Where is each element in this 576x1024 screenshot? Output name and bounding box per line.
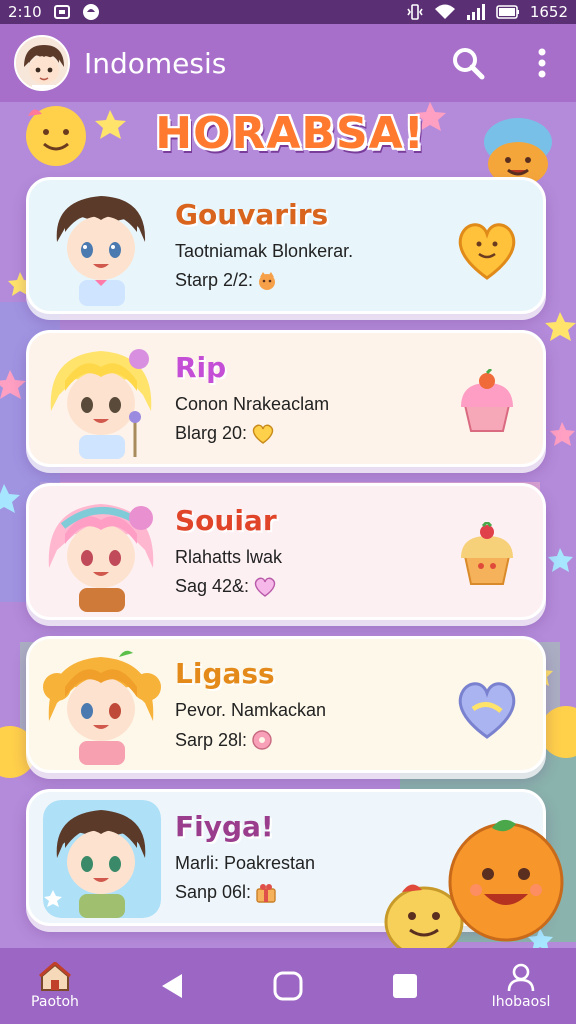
- score-text: Starp 2/2:: [175, 270, 254, 290]
- app-title: Indomesis: [84, 46, 227, 80]
- heart-icon: [252, 424, 274, 444]
- character-portrait: [43, 800, 161, 918]
- character-score: Sag 42&:: [175, 576, 435, 597]
- banner-title: HORABSA!: [155, 107, 425, 159]
- main-content[interactable]: HORABSA! Gouvarirs Taotniamak Blonkerar.…: [0, 102, 576, 948]
- score-text: Sarp 28l:: [175, 729, 248, 750]
- home-icon: [39, 962, 71, 991]
- recents-icon: [392, 974, 417, 998]
- character-score: Starp 2/2:: [175, 270, 435, 291]
- donut-icon: [252, 730, 272, 750]
- more-vert-icon[interactable]: [522, 43, 562, 83]
- character-name: Gouvarirs: [175, 198, 329, 231]
- nav-home-circle[interactable]: [253, 970, 323, 1002]
- character-portrait: [48, 504, 154, 612]
- heart-icon: [254, 577, 276, 597]
- signal-icon: [466, 3, 486, 21]
- notification-icon: [82, 3, 100, 21]
- character-portrait: [43, 650, 161, 765]
- status-clock: 1652: [529, 3, 568, 21]
- screenshot-icon: [53, 4, 70, 20]
- character-name: Ligass: [175, 657, 275, 690]
- nav-home[interactable]: Paotoh: [20, 962, 90, 1010]
- avatar[interactable]: [14, 35, 70, 91]
- nav-profile[interactable]: Ihobaosl: [486, 962, 556, 1010]
- cat-icon: [259, 271, 276, 290]
- character-card[interactable]: Souiar Rlahatts lwak Sag 42&:: [26, 483, 546, 620]
- nav-recents[interactable]: [370, 971, 440, 1001]
- character-subtitle: Taotniamak Blonkerar.: [175, 241, 354, 261]
- character-portrait: [56, 196, 146, 306]
- back-icon: [161, 974, 182, 998]
- vibrate-icon: [406, 3, 424, 21]
- home-circle-icon: [273, 971, 303, 1001]
- status-bar: 2:10 1652: [0, 0, 576, 24]
- cupcake-icon: [461, 369, 513, 432]
- character-score: Blarg 20:: [175, 423, 435, 444]
- character-subtitle: Pevor. Namkackan: [175, 700, 327, 720]
- nav-profile-label: Ihobaosl: [491, 994, 551, 1010]
- character-card[interactable]: Gouvarirs Taotniamak Blonkerar. Starp 2/…: [26, 177, 546, 314]
- cupcake-icon: [461, 522, 513, 585]
- gift-icon: [256, 883, 276, 903]
- character-card[interactable]: Ligass Pevor. Namkackan Sarp 28l:: [26, 636, 546, 773]
- heart-icon: [458, 682, 516, 739]
- heart-icon: [458, 223, 516, 280]
- character-subtitle: Rlahatts lwak: [175, 547, 283, 567]
- nav-home-label: Paotoh: [31, 994, 79, 1010]
- character-name: Souiar: [175, 504, 277, 537]
- search-icon[interactable]: [448, 43, 488, 83]
- orange-mascot-icon: [384, 819, 564, 948]
- app-bar: Indomesis: [0, 24, 576, 102]
- status-time: 2:10: [8, 3, 42, 21]
- character-score: Sarp 28l:: [175, 729, 435, 751]
- character-card[interactable]: Rip Conon Nrakeaclam Blarg 20:: [26, 330, 546, 467]
- character-subtitle: Conon Nrakeaclam: [175, 394, 330, 414]
- battery-icon: [496, 4, 520, 20]
- score-text: Sag 42&:: [175, 576, 250, 596]
- score-text: Blarg 20:: [175, 423, 248, 443]
- character-portrait: [43, 341, 161, 459]
- nav-back[interactable]: [137, 971, 207, 1001]
- score-text: Sanp 06l:: [175, 882, 252, 902]
- wifi-icon: [434, 3, 456, 21]
- character-name: Rip: [175, 351, 227, 384]
- bottom-nav: Paotoh Ihobaosl: [0, 948, 576, 1024]
- profile-icon: [507, 963, 535, 992]
